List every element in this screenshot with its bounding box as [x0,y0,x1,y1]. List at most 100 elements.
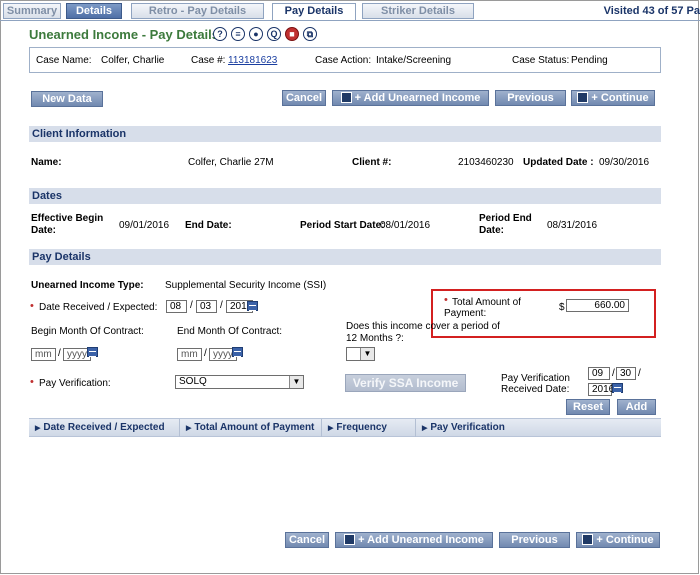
cancel-button[interactable]: Cancel [282,90,326,106]
effective-begin-label-2: Date: [31,225,57,236]
add-unearned-income-button[interactable]: + Add Unearned Income [332,90,489,106]
case-status-value: Pending [571,55,608,66]
cover-period-label-2: 12 Months ?: [346,333,404,344]
date-separator: / [220,300,223,311]
pay-grid-header: ▶ Date Received / Expected ▶ Total Amount … [29,418,661,437]
person-icon[interactable]: ● [249,27,263,41]
client-name-value: Colfer, Charlie 27M [188,157,274,168]
tab-details[interactable]: Details [66,3,122,19]
column-pay-verification-label: Pay Verification [430,422,505,433]
column-total-amount-label: Total Amount of Payment [194,422,315,433]
tab-striker-details[interactable]: Striker Details [362,3,474,19]
column-date-received[interactable]: ▶ Date Received / Expected [29,419,177,437]
verify-ssa-income-button[interactable]: Verify SSA Income [345,374,466,392]
column-date-received-label: Date Received / Expected [43,422,165,433]
date-separator: / [190,300,193,311]
column-frequency-label: Frequency [336,422,387,433]
chevron-down-icon: ▼ [289,376,303,388]
continue-button-bottom[interactable]: + Continue [576,532,660,548]
add-button[interactable]: Add [617,399,656,415]
continue-label: + Continue [591,92,649,104]
question-icon[interactable]: Q [267,27,281,41]
period-end-value: 08/31/2016 [547,220,598,231]
date-separator: / [612,368,615,379]
pay-verification-select[interactable]: SOLQ ▼ [175,375,304,389]
case-name-label: Case Name: [36,55,92,66]
case-number-link[interactable]: 113181623 [228,55,277,66]
tab-retro-pay-details[interactable]: Retro - Pay Details [131,3,264,19]
cover-period-select[interactable]: ▼ [346,347,375,361]
help-icon[interactable]: ? [213,27,227,41]
income-type-label: Unearned Income Type: [31,280,144,291]
stop-icon[interactable]: ■ [285,27,299,41]
tab-divider [0,20,700,21]
section-dates: Dates [29,188,661,204]
cancel-button-bottom[interactable]: Cancel [285,532,329,548]
calendar-icon[interactable] [232,347,243,357]
verification-date-label: Pay Verification [501,373,570,384]
period-start-label: Period Start Date: [300,220,385,231]
expand-icon: ▶ [186,425,192,432]
effective-begin-label: Effective Begin [31,213,104,224]
verification-date-month[interactable]: 09 [588,367,610,380]
previous-button[interactable]: Previous [495,90,566,106]
page-title: Unearned Income - Pay Details [29,27,220,42]
case-status-label: Case Status: [512,55,570,66]
end-date-label: End Date: [185,220,232,231]
client-name-label: Name: [31,157,62,168]
date-received-label: Date Received / Expected: [39,302,158,313]
period-end-label-2: Date: [479,225,505,236]
new-data-button[interactable]: New Data [31,91,103,107]
period-end-label: Period End [479,213,532,224]
calendar-icon[interactable] [87,347,98,357]
date-separator: / [58,348,61,359]
date-separator: / [638,368,641,379]
tab-summary[interactable]: Summary [3,3,61,19]
expand-icon: ▶ [422,425,428,432]
save-icon [340,92,352,103]
copy-icon[interactable]: ⧉ [303,27,317,41]
section-pay-details: Pay Details [29,249,661,265]
add-unearned-income-label: + Add Unearned Income [354,92,481,104]
column-frequency[interactable]: ▶ Frequency [321,419,413,437]
add-unearned-income-button-bottom[interactable]: + Add Unearned Income [335,532,493,548]
effective-begin-value: 09/01/2016 [119,220,170,231]
begin-month-mm[interactable]: mm [31,348,56,361]
expand-icon: ▶ [35,425,41,432]
case-number-label: Case #: [191,55,226,66]
end-month-mm[interactable]: mm [177,348,202,361]
case-name-value: Colfer, Charlie [101,55,165,66]
begin-month-label: Begin Month Of Contract: [31,326,144,337]
required-marker: • [30,300,34,312]
required-marker: • [30,376,34,388]
pay-verification-value: SOLQ [179,376,207,387]
date-received-day[interactable]: 03 [196,300,217,313]
chevron-down-icon: ▼ [360,348,374,360]
verification-date-year[interactable]: 2016 [588,383,614,396]
column-pay-verification[interactable]: ▶ Pay Verification [415,419,659,437]
total-amount-input[interactable]: 660.00 [566,299,629,312]
verification-date-day[interactable]: 30 [616,367,636,380]
case-action-value: Intake/Screening [376,55,452,66]
date-received-month[interactable]: 08 [166,300,187,313]
tab-pay-details[interactable]: Pay Details [272,3,356,21]
list-icon[interactable]: ≡ [231,27,245,41]
save-icon [344,534,356,545]
continue-button[interactable]: + Continue [571,90,655,106]
required-marker: • [444,294,448,306]
reset-button[interactable]: Reset [566,399,610,415]
previous-button-bottom[interactable]: Previous [499,532,570,548]
client-number-value: 2103460230 [458,157,514,168]
cover-period-label: Does this income cover a period of [346,321,500,332]
total-amount-label: Total Amount of [452,297,521,308]
end-month-label: End Month Of Contract: [177,326,283,337]
calendar-icon[interactable] [612,383,623,393]
calendar-icon[interactable] [247,301,258,311]
section-client-information: Client Information [29,126,661,142]
client-number-label: Client #: [352,157,392,168]
visited-counter: Visited 43 of 57 Pa [603,5,700,17]
updated-date-label: Updated Date : [523,157,594,168]
column-total-amount[interactable]: ▶ Total Amount of Payment [179,419,319,437]
date-separator: / [204,348,207,359]
verification-date-label-2: Received Date: [501,384,570,395]
